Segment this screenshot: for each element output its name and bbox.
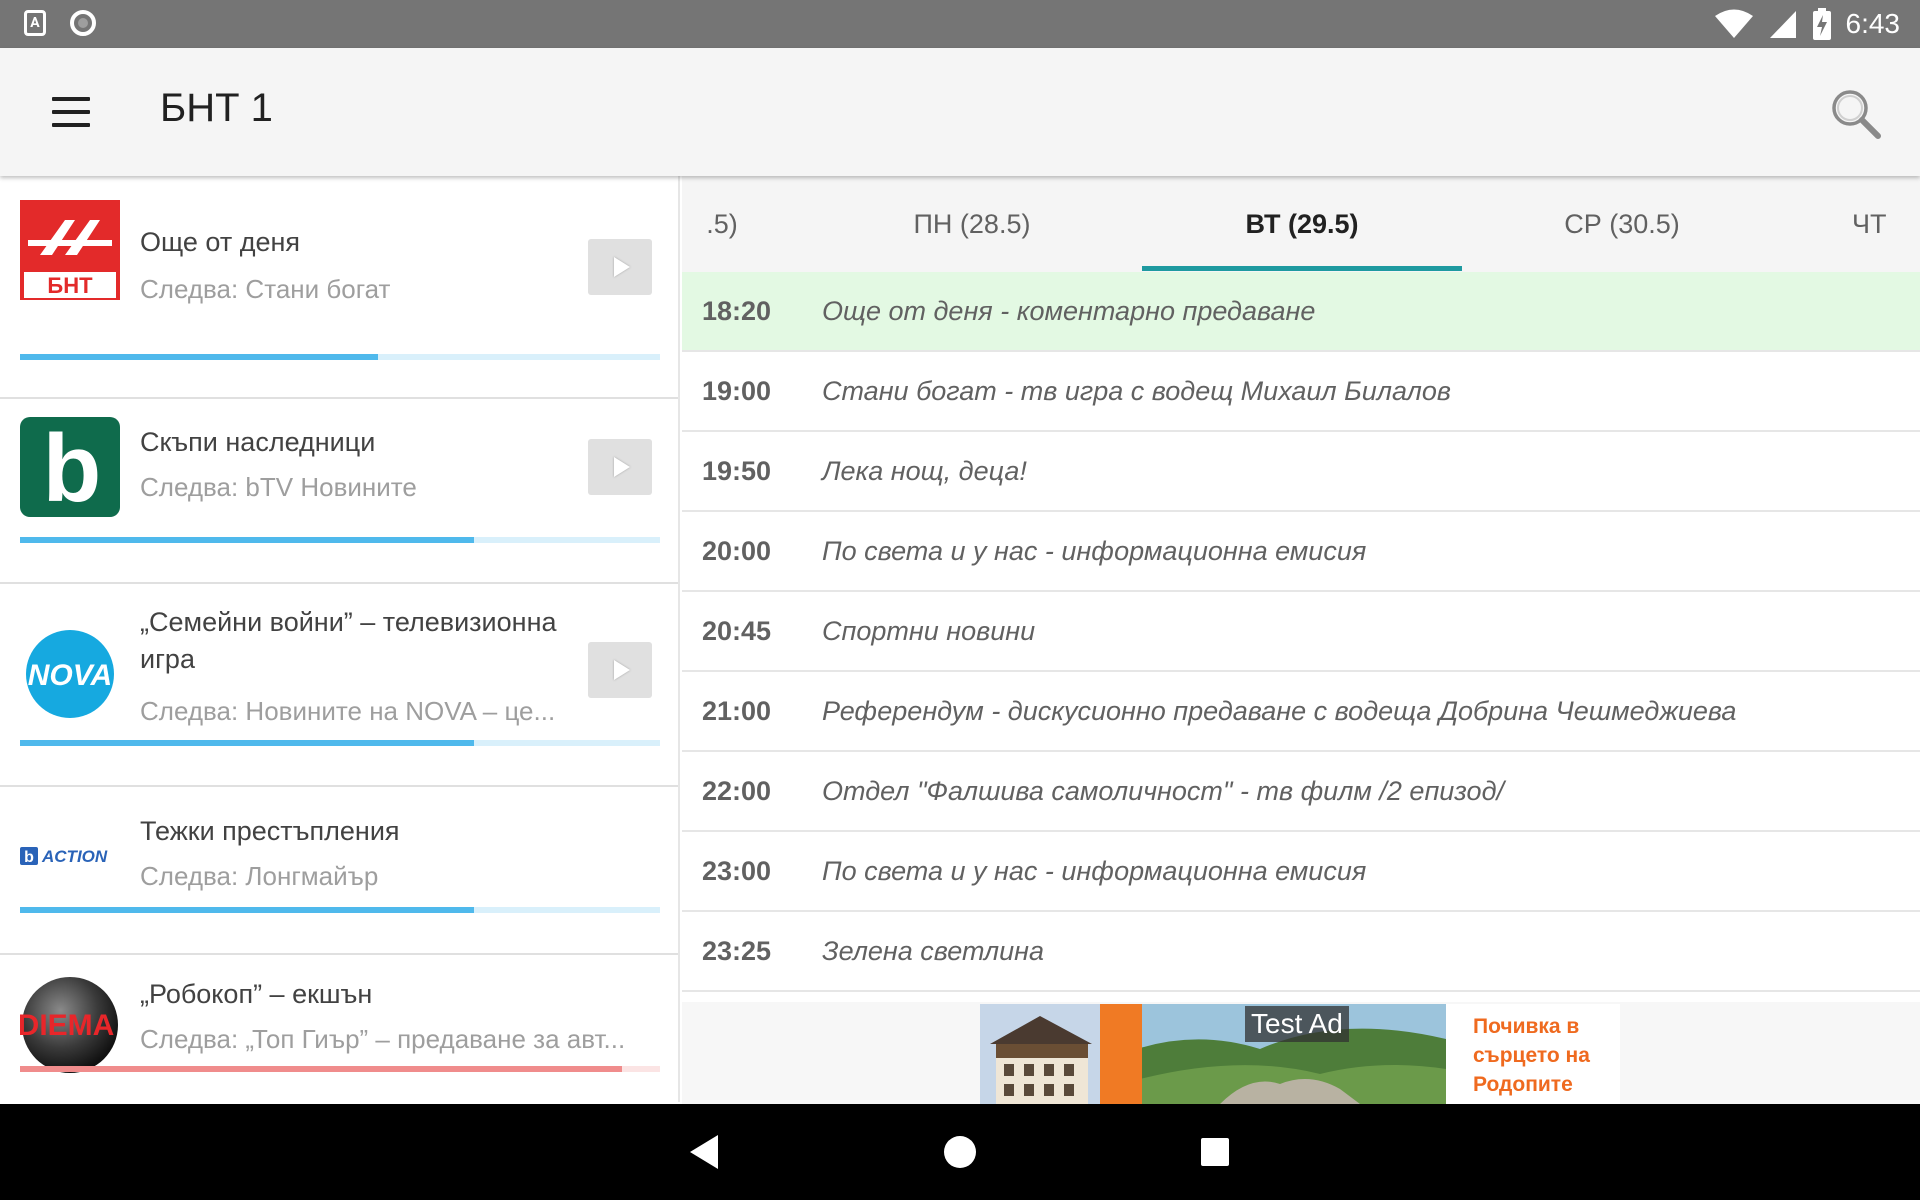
schedule-time: 22:00: [702, 776, 772, 806]
play-icon: [614, 257, 630, 277]
tab-day-29-5[interactable]: ВТ (29.5): [1142, 176, 1462, 272]
svg-text:ACTION: ACTION: [41, 847, 108, 866]
nova-logo: NOVA: [26, 630, 114, 718]
tab-day-30-5[interactable]: СР (30.5): [1462, 176, 1782, 272]
progress-fill: [20, 1066, 622, 1072]
schedule-time: 23:00: [702, 856, 772, 886]
schedule-row[interactable]: 20:00 По света и у нас - информационна е…: [682, 512, 1920, 592]
btv-logo-text: b: [43, 417, 102, 517]
ad-text: Почивка в сърцето на Родопите: [1473, 1015, 1590, 1096]
schedule-title: Още от деня - коментарно предаване: [822, 296, 1316, 326]
schedule-time: 20:45: [702, 616, 772, 646]
channel-item-btv[interactable]: b Скъпи наследници Следва: bTV Новините: [0, 399, 678, 584]
ad-area: Test Ad Почивка в сърцето на Родопите: [682, 1002, 1920, 1104]
schedule-title: Референдум - дискусионно предаване с вод…: [822, 696, 1737, 726]
channel-next-title: Следва: Новините на NOVA – це...: [140, 696, 556, 726]
channel-now-title: Още от деня: [140, 227, 301, 257]
diema-logo: DIEMA: [20, 977, 118, 1073]
btv-action-logo: b ACTION: [20, 847, 108, 866]
channel-item-bnt[interactable]: БНТ Още от деня Следва: Стани богат: [0, 176, 678, 399]
battery-charging-icon: [1812, 8, 1831, 40]
home-icon[interactable]: [944, 1136, 976, 1168]
signal-icon: [1769, 11, 1796, 38]
progress-bar: [20, 740, 660, 746]
back-icon[interactable]: [690, 1135, 718, 1169]
recent-apps-icon[interactable]: [1201, 1138, 1229, 1166]
btv-logo: b: [20, 417, 120, 517]
play-button[interactable]: [588, 642, 652, 698]
app-root: A 6:43 БНТ 1 БНТ Още от деня Следва: Ста…: [0, 0, 1920, 1200]
ad-label: Test Ad: [1245, 1006, 1349, 1042]
channel-next-title: Следва: Лонгмайър: [140, 861, 379, 891]
schedule-row[interactable]: 20:45 Спортни новини: [682, 592, 1920, 672]
app-bar: БНТ 1: [0, 48, 1920, 176]
play-icon: [614, 660, 630, 680]
tab-day-27-5[interactable]: .5): [682, 176, 812, 272]
bnt-logo: БНТ: [20, 200, 120, 300]
schedule-time: 21:00: [702, 696, 772, 726]
schedule-title: По света и у нас - информационна емисия: [822, 536, 1367, 566]
schedule-row[interactable]: 21:00 Референдум - дискусионно предаване…: [682, 672, 1920, 752]
channel-item-diema[interactable]: DIEMA „Робокоп” – екшън Следва: „Топ Гиъ…: [0, 955, 678, 1102]
schedule-row[interactable]: 22:00 Отдел "Фалшива самоличност" - тв ф…: [682, 752, 1920, 832]
progress-fill: [20, 537, 475, 543]
progress-bar: [20, 354, 660, 360]
tab-indicator: [1142, 266, 1462, 271]
channel-now-title: Тежки престъпления: [140, 816, 400, 846]
status-bar: A 6:43: [0, 0, 1920, 48]
day-tabs: .5) ПН (28.5) ВТ (29.5) СР (30.5) ЧТ: [682, 176, 1920, 272]
tab-day-28-5[interactable]: ПН (28.5): [812, 176, 1132, 272]
schedule-title: Отдел "Фалшива самоличност" - тв филм /2…: [822, 776, 1505, 806]
hamburger-menu-icon[interactable]: [40, 88, 104, 136]
ad-image: [980, 1004, 1446, 1104]
schedule-list: 18:20 Още от деня - коментарно предаване…: [682, 272, 1920, 992]
schedule-row[interactable]: 23:00 По света и у нас - информационна е…: [682, 832, 1920, 912]
nova-logo-text: NOVA: [28, 659, 112, 692]
play-icon: [614, 457, 630, 477]
schedule-title: Спортни новини: [822, 616, 1036, 646]
channel-next-title: Следва: „Топ Гиър” – предаване за авт...: [140, 1024, 626, 1054]
tab-day-31-5[interactable]: ЧТ: [1852, 176, 1920, 272]
clock: 6:43: [1845, 8, 1901, 39]
ad-banner[interactable]: Test Ad Почивка в сърцето на Родопите: [980, 1004, 1620, 1104]
channel-list: БНТ Още от деня Следва: Стани богат b Ск…: [0, 176, 680, 1102]
schedule-row[interactable]: 23:25 Зелена светлина: [682, 912, 1920, 992]
svg-text:b: b: [24, 849, 34, 866]
bnt-logo-text: БНТ: [47, 273, 93, 298]
progress-fill: [20, 740, 475, 746]
schedule-row[interactable]: 19:50 Лека нощ, деца!: [682, 432, 1920, 512]
progress-fill: [20, 907, 475, 913]
notification-circle-icon: [70, 10, 96, 36]
progress-fill: [20, 354, 379, 360]
channel-item-btv-action[interactable]: b ACTION Тежки престъпления Следва: Лонг…: [0, 787, 678, 955]
wifi-icon: [1714, 9, 1753, 38]
schedule-title: Стани богат - тв игра с водещ Михаил Бил…: [822, 376, 1452, 406]
channel-now-title: „Робокоп” – екшън: [140, 979, 373, 1009]
play-button[interactable]: [588, 239, 652, 295]
page-title: БНТ 1: [160, 86, 273, 130]
notification-a-icon: A: [24, 10, 46, 36]
play-button[interactable]: [588, 439, 652, 495]
schedule-time: 23:25: [702, 936, 772, 966]
schedule-row[interactable]: 19:00 Стани богат - тв игра с водещ Миха…: [682, 352, 1920, 432]
progress-bar: [20, 907, 660, 913]
search-icon[interactable]: [1828, 86, 1884, 142]
channel-now-title: „Семейни войни” – телевизионна игра: [140, 607, 557, 674]
schedule-time: 18:20: [702, 296, 772, 326]
schedule-time: 19:00: [702, 376, 772, 406]
schedule-title: По света и у нас - информационна емисия: [822, 856, 1367, 886]
navigation-bar: [0, 1104, 1920, 1200]
progress-bar: [20, 537, 660, 543]
diema-logo-text: DIEMA: [20, 1009, 114, 1042]
schedule-title: Лека нощ, деца!: [822, 456, 1027, 486]
schedule-time: 20:00: [702, 536, 772, 566]
channel-item-nova[interactable]: NOVA „Семейни войни” – телевизионна игра…: [0, 584, 678, 787]
schedule-row[interactable]: 18:20 Още от деня - коментарно предаване: [682, 272, 1920, 352]
progress-bar: [20, 1066, 660, 1072]
schedule-time: 19:50: [702, 456, 772, 486]
channel-now-title: Скъпи наследници: [140, 427, 376, 457]
schedule-title: Зелена светлина: [822, 936, 1045, 966]
